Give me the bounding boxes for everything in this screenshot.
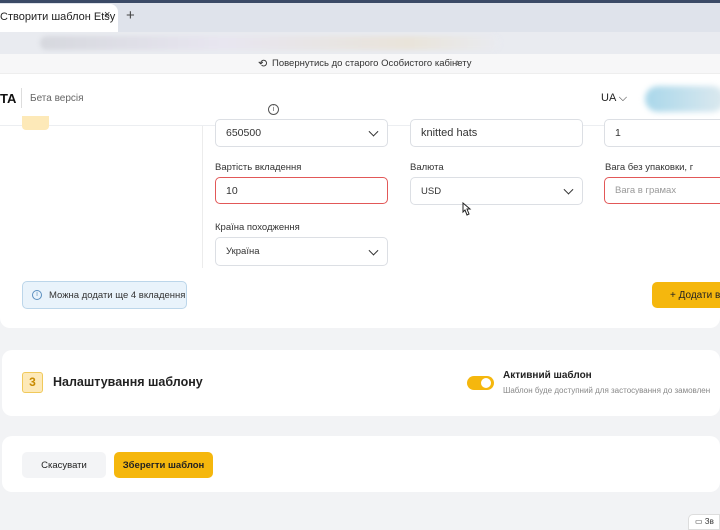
active-template-title: Активний шаблон	[503, 370, 592, 381]
currency-value: USD	[421, 185, 442, 197]
step-number-badge: 3	[22, 372, 43, 393]
actions-card	[2, 436, 720, 492]
chat-label: Зв	[704, 517, 714, 526]
toggle-knob	[481, 378, 491, 388]
weight-input[interactable]: Вага в грамах	[604, 177, 720, 204]
logo[interactable]: TA	[0, 91, 16, 106]
description-input[interactable]: knitted hats	[410, 119, 583, 147]
chevron-down-icon	[368, 245, 379, 256]
step-badge-partial	[22, 116, 49, 130]
quantity-input[interactable]: 1	[604, 119, 720, 147]
mouse-cursor-icon	[462, 202, 472, 216]
currency-select[interactable]: USD	[410, 177, 583, 205]
attachment-value-label: Вартість вкладення	[215, 162, 302, 173]
cancel-button[interactable]: Скасувати	[22, 452, 106, 478]
window-top-edge	[0, 0, 720, 3]
info-icon: i	[32, 290, 42, 300]
chevron-down-icon	[368, 126, 379, 137]
save-template-button[interactable]: Зберегти шаблон	[114, 452, 213, 478]
quantity-value: 1	[615, 127, 621, 139]
attachment-value: 10	[226, 184, 238, 197]
add-attachment-button[interactable]: + Додати в	[652, 282, 720, 308]
attachment-value-input[interactable]: 10	[215, 177, 388, 204]
column-divider	[202, 126, 203, 268]
description-value: knitted hats	[421, 127, 478, 139]
chat-icon: ▭	[695, 517, 703, 526]
new-tab-icon[interactable]: +	[126, 7, 135, 24]
chat-widget-button[interactable]: ▭ Зв	[688, 514, 720, 530]
beta-label: Бета версія	[30, 93, 84, 104]
currency-label: Валюта	[410, 162, 444, 173]
language-selector[interactable]: UA ⌵	[601, 92, 627, 105]
weight-placeholder: Вага в грамах	[615, 185, 677, 196]
browser-tab[interactable]: Створити шаблон Etsy	[0, 4, 118, 32]
chevron-down-icon	[563, 184, 574, 195]
hs-code-select[interactable]: 650500	[215, 119, 388, 147]
tab-title: Створити шаблон Etsy	[0, 11, 116, 23]
info-icon[interactable]: i	[268, 104, 279, 115]
logo-divider	[21, 88, 22, 108]
settings-title: Налаштування шаблону	[53, 375, 203, 389]
address-bar-blurred-content	[40, 36, 500, 50]
hs-code-value: 650500	[226, 127, 262, 139]
legacy-cabinet-link[interactable]: Повернутись до старого Особистого кабіне…	[272, 58, 471, 69]
attachments-remaining-note: Можна додати ще 4 вкладення	[22, 281, 187, 309]
weight-label: Вага без упаковки, г	[605, 162, 694, 173]
refresh-icon: ⟲	[258, 58, 268, 70]
note-text: Можна додати ще 4 вкладення	[49, 289, 186, 301]
tab-close-icon[interactable]: ×	[104, 9, 110, 21]
user-profile-blurred[interactable]	[645, 86, 720, 112]
country-label: Країна походження	[215, 222, 300, 233]
active-template-description: Шаблон буде доступний для застосування д…	[503, 386, 711, 395]
country-select[interactable]: Україна	[215, 237, 388, 266]
chevron-right-icon: ›	[456, 57, 460, 69]
country-value: Україна	[226, 246, 260, 257]
